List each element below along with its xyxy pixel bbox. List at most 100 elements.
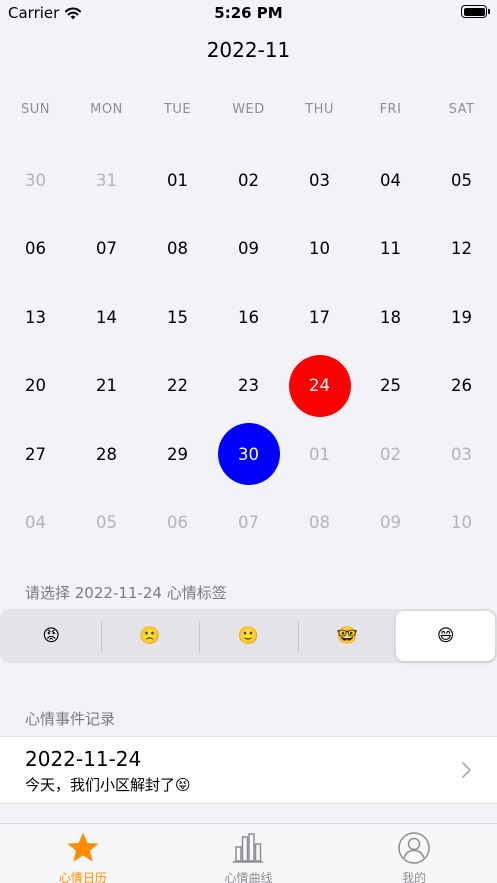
calendar-day-cell[interactable]: 23	[213, 352, 284, 421]
mood-option-nerd[interactable]: 🤓	[297, 611, 397, 661]
tab-mood-curve[interactable]: 心情曲线	[166, 824, 332, 883]
calendar-day-number: 29	[167, 444, 188, 464]
calendar-day-cell[interactable]: 06	[0, 215, 71, 284]
calendar-day-number: 06	[167, 513, 188, 533]
calendar-day-cell[interactable]: 01	[142, 146, 213, 215]
weekday-label: THU	[305, 102, 334, 117]
tab-label: 心情日历	[58, 871, 107, 883]
calendar-day-number: 31	[96, 170, 117, 190]
calendar-day-cell[interactable]: 04	[0, 489, 71, 558]
calendar-day-number: 10	[451, 513, 472, 533]
calendar-day-number: 04	[380, 170, 401, 190]
mood-option-happy[interactable]: 😄	[396, 611, 495, 661]
record-date: 2022-11-24	[25, 747, 142, 771]
calendar-day-number: 05	[451, 170, 472, 190]
calendar-day-cell[interactable]: 10	[426, 489, 497, 558]
calendar-day-number: 15	[167, 307, 188, 327]
calendar-day-number: 22	[167, 376, 188, 396]
mood-emoji: 🙁	[139, 626, 161, 646]
mood-emoji: 🙂	[237, 626, 260, 646]
calendar-day-number: 01	[309, 444, 330, 464]
mood-section-label: 请选择 2022-11-24 心情标签	[25, 584, 227, 602]
person-icon	[398, 832, 430, 864]
calendar-day-number: 23	[238, 376, 259, 396]
calendar-day-number: 30	[217, 423, 280, 486]
calendar-day-cell[interactable]: 24	[284, 352, 355, 421]
calendar-day-cell[interactable]: 12	[426, 215, 497, 284]
calendar-day-number: 13	[25, 307, 46, 327]
calendar-day-number: 04	[25, 513, 46, 533]
calendar-day-cell[interactable]: 05	[426, 146, 497, 215]
calendar-day-number: 06	[25, 239, 46, 259]
calendar-day-cell[interactable]: 30	[213, 420, 284, 489]
calendar-day-cell[interactable]: 19	[426, 283, 497, 352]
calendar-day-cell[interactable]: 08	[142, 215, 213, 284]
calendar-day-cell[interactable]: 28	[71, 420, 142, 489]
tab-mine[interactable]: 我的	[331, 824, 497, 883]
battery-icon	[461, 5, 490, 18]
calendar-day-cell[interactable]: 10	[284, 215, 355, 284]
calendar-day-number: 07	[96, 239, 117, 259]
calendar-day-cell[interactable]: 20	[0, 352, 71, 421]
calendar-day-number: 26	[451, 376, 472, 396]
weekday-label: MON	[90, 102, 123, 117]
calendar-day-number: 02	[380, 444, 401, 464]
calendar-day-cell[interactable]: 07	[71, 215, 142, 284]
calendar-day-number: 08	[167, 239, 188, 259]
calendar-day-number: 02	[238, 170, 259, 190]
calendar-day-number: 05	[96, 513, 117, 533]
tab-bar: 心情日历 心情曲线 我的	[0, 823, 497, 883]
mood-emoji: 😡	[42, 626, 61, 646]
calendar-day-cell[interactable]: 08	[284, 489, 355, 558]
calendar-day-cell[interactable]: 21	[71, 352, 142, 421]
mood-option-calm[interactable]: 🙂	[199, 611, 298, 661]
calendar-day-cell[interactable]: 13	[0, 283, 71, 352]
calendar-day-cell[interactable]: 11	[355, 215, 426, 284]
record-row[interactable]: 2022-11-24 今天，我们小区解封了😝	[0, 736, 497, 804]
mood-emoji: 😄	[436, 626, 455, 646]
calendar-day-cell[interactable]: 26	[426, 352, 497, 421]
calendar-day-cell[interactable]: 07	[213, 489, 284, 558]
calendar-day-cell[interactable]: 22	[142, 352, 213, 421]
calendar-day-number: 30	[25, 170, 46, 190]
calendar-day-cell[interactable]: 27	[0, 420, 71, 489]
calendar-day-cell[interactable]: 29	[142, 420, 213, 489]
calendar-day-cell[interactable]: 16	[213, 283, 284, 352]
calendar-day-cell[interactable]: 01	[284, 420, 355, 489]
calendar-day-number: 03	[451, 444, 472, 464]
tab-label: 心情曲线	[224, 871, 273, 883]
calendar-day-cell[interactable]: 09	[355, 489, 426, 558]
calendar-day-number: 03	[309, 170, 330, 190]
tab-mood-calendar[interactable]: 心情日历	[0, 824, 166, 883]
calendar-day-number: 17	[309, 307, 330, 327]
calendar-day-cell[interactable]: 02	[213, 146, 284, 215]
calendar-day-number: 20	[25, 376, 46, 396]
bar-chart-icon	[233, 833, 264, 863]
calendar-day-number: 28	[96, 444, 117, 464]
month-title[interactable]: 2022-11	[0, 38, 497, 62]
calendar-day-cell[interactable]: 30	[0, 146, 71, 215]
mood-option-sad[interactable]: 🙁	[100, 611, 200, 661]
calendar-day-number: 07	[238, 513, 259, 533]
records-section-label: 心情事件记录	[25, 710, 116, 728]
calendar-day-cell[interactable]: 03	[284, 146, 355, 215]
calendar-day-number: 25	[380, 376, 401, 396]
mood-emoji: 🤓	[336, 626, 358, 646]
calendar-day-number: 01	[167, 170, 188, 190]
calendar-day-cell[interactable]: 15	[142, 283, 213, 352]
calendar-day-cell[interactable]: 17	[284, 283, 355, 352]
calendar-day-cell[interactable]: 05	[71, 489, 142, 558]
calendar-day-number: 09	[380, 513, 401, 533]
calendar-day-cell[interactable]: 31	[71, 146, 142, 215]
calendar-day-cell[interactable]: 25	[355, 352, 426, 421]
calendar-day-cell[interactable]: 04	[355, 146, 426, 215]
calendar-day-number: 08	[309, 513, 330, 533]
mood-option-angry[interactable]: 😡	[2, 611, 101, 661]
weekday-label: WED	[232, 102, 265, 117]
calendar-day-cell[interactable]: 06	[142, 489, 213, 558]
calendar-day-cell[interactable]: 02	[355, 420, 426, 489]
calendar-day-cell[interactable]: 18	[355, 283, 426, 352]
calendar-day-cell[interactable]: 14	[71, 283, 142, 352]
calendar-day-cell[interactable]: 03	[426, 420, 497, 489]
calendar-day-cell[interactable]: 09	[213, 215, 284, 284]
